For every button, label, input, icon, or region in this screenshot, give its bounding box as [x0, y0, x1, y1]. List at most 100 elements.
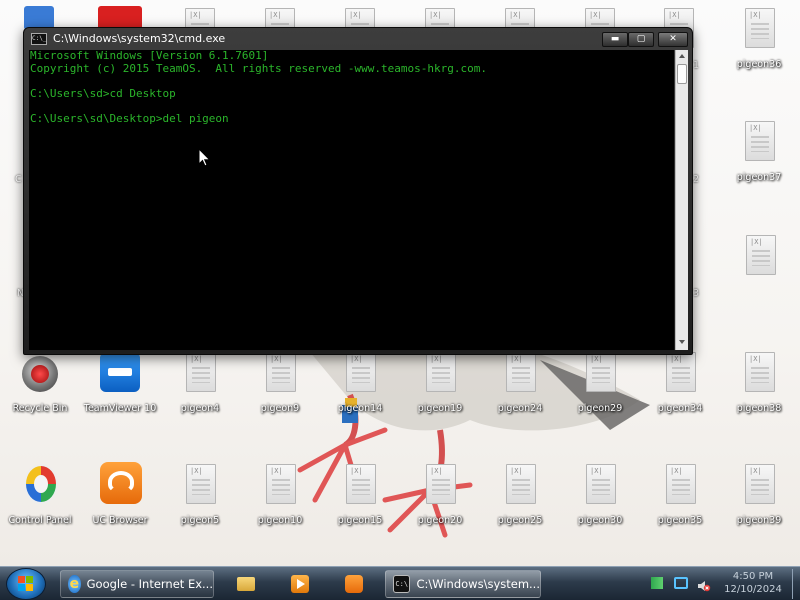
- close-button[interactable]: ✕: [658, 32, 688, 47]
- text-file-icon: [586, 352, 616, 392]
- uc-browser-icon: [345, 575, 363, 593]
- minimize-button[interactable]: ▬: [602, 32, 628, 47]
- desktop-icon-txt[interactable]: pigeon36: [723, 6, 795, 92]
- desktop-icon-label: pigeon38: [736, 403, 782, 414]
- recycle-bin-icon: [18, 350, 62, 400]
- desktop-icon-txt[interactable]: pigeon30: [564, 462, 636, 548]
- desktop-icon-txt[interactable]: pigeon14: [324, 350, 396, 436]
- text-file-icon: [186, 464, 216, 504]
- text-file-icon: [745, 352, 775, 392]
- taskbar: e Google - Internet Ex... C:\ C:\Windows…: [0, 566, 800, 600]
- console-scrollbar[interactable]: [675, 50, 688, 350]
- desktop-icon-txt[interactable]: pigeon9: [244, 350, 316, 436]
- ie-icon: e: [68, 575, 81, 593]
- partial-txt-icon[interactable]: [746, 235, 776, 275]
- desktop-icon-label: pigeon36: [736, 59, 782, 70]
- show-desktop-button[interactable]: [792, 569, 799, 599]
- text-file-icon: [745, 8, 775, 48]
- desktop-icon-txt[interactable]: pigeon37: [723, 119, 795, 205]
- scroll-down-arrow-icon[interactable]: [679, 340, 685, 344]
- partial-icon-label: C: [15, 174, 22, 185]
- taskbar-item-label: Google - Internet Ex...: [86, 577, 213, 591]
- desktop-icon-label: pigeon30: [577, 515, 623, 526]
- text-file-icon: [186, 352, 216, 392]
- network-icon[interactable]: [674, 577, 688, 589]
- desktop-icon-label: pigeon10: [257, 515, 303, 526]
- text-file-icon: [586, 464, 616, 504]
- desktop-icon-txt[interactable]: pigeon38: [723, 350, 795, 436]
- taskbar-item-internet-explorer[interactable]: e Google - Internet Ex...: [60, 570, 214, 598]
- cmd-icon: C:\: [393, 575, 411, 593]
- desktop-icon-txt[interactable]: pigeon25: [484, 462, 556, 548]
- cmd-app-icon[interactable]: C:\_: [31, 32, 47, 45]
- mouse-cursor-icon: [198, 148, 211, 167]
- taskbar-item-cmd[interactable]: C:\ C:\Windows\system...: [385, 570, 541, 598]
- desktop-icon-label: pigeon19: [417, 403, 463, 414]
- maximize-button[interactable]: ▢: [628, 32, 654, 47]
- console-output[interactable]: Microsoft Windows [Version 6.1.7601] Cop…: [29, 50, 674, 350]
- text-file-icon: [266, 464, 296, 504]
- console-line: Microsoft Windows [Version 6.1.7601]: [30, 50, 269, 62]
- cmd-window[interactable]: C:\_ C:\Windows\system32\cmd.exe ▬ ▢ ✕ M…: [23, 27, 693, 355]
- desktop-icon-recycle-bin[interactable]: Recycle Bin: [4, 350, 76, 436]
- console-line: Copyright (c) 2015 TeamOS. All rights re…: [30, 61, 487, 75]
- desktop-icon-label: pigeon14: [337, 403, 383, 414]
- desktop-icon-control-panel[interactable]: Control Panel: [4, 462, 76, 548]
- desktop-icon-label: pigeon34: [657, 403, 703, 414]
- console-line: C:\Users\sd>cd Desktop: [30, 86, 176, 100]
- flag-icon[interactable]: [651, 577, 663, 589]
- clock-date: 12/10/2024: [724, 584, 782, 595]
- windows-logo-icon: [18, 576, 33, 591]
- start-button[interactable]: [6, 568, 46, 600]
- text-file-icon: [346, 464, 376, 504]
- text-file-icon: [666, 352, 696, 392]
- console-prompt-line[interactable]: C:\Users\sd\Desktop>del pigeon: [29, 112, 674, 126]
- desktop-icon-txt[interactable]: pigeon15: [324, 462, 396, 548]
- desktop-icon-txt[interactable]: pigeon34: [644, 350, 716, 436]
- desktop-icon-label: pigeon5: [180, 515, 220, 526]
- desktop-icon-label: pigeon29: [577, 403, 623, 414]
- desktop-icon-label: Recycle Bin: [12, 403, 68, 414]
- desktop-icon-txt[interactable]: pigeon5: [164, 462, 236, 548]
- volume-muted-icon[interactable]: [697, 577, 711, 592]
- desktop-icon-label: pigeon15: [337, 515, 383, 526]
- desktop-icon-txt[interactable]: pigeon24: [484, 350, 556, 436]
- desktop-icon-label: pigeon35: [657, 515, 703, 526]
- uc-browser-icon: [98, 462, 142, 512]
- desktop-icon-label: pigeon4: [180, 403, 220, 414]
- desktop-icon-label: pigeon9: [260, 403, 300, 414]
- desktop-icon-txt[interactable]: pigeon19: [404, 350, 476, 436]
- scroll-up-arrow-icon[interactable]: [679, 54, 685, 58]
- text-file-icon: [745, 121, 775, 161]
- desktop-icon-txt[interactable]: pigeon39: [723, 462, 795, 548]
- desktop-icon-txt[interactable]: pigeon29: [564, 350, 636, 436]
- desktop-icon-txt[interactable]: pigeon10: [244, 462, 316, 548]
- partial-icon-label: 3: [693, 288, 700, 299]
- taskbar-pinned-uc-browser[interactable]: [332, 570, 376, 598]
- text-file-icon: [346, 352, 376, 392]
- desktop-icon-txt[interactable]: pigeon35: [644, 462, 716, 548]
- text-file-icon: [666, 464, 696, 504]
- desktop-icon-uc-browser[interactable]: UC Browser: [84, 462, 156, 548]
- desktop-icon-txt[interactable]: pigeon20: [404, 462, 476, 548]
- desktop-icon-label: pigeon25: [497, 515, 543, 526]
- taskbar-pinned-explorer[interactable]: [224, 570, 268, 598]
- text-file-icon: [506, 464, 536, 504]
- taskbar-pinned-media-player[interactable]: [278, 570, 322, 598]
- clock-time: 4:50 PM: [732, 571, 774, 582]
- system-clock[interactable]: 4:50 PM 12/10/2024: [716, 570, 790, 596]
- scroll-thumb[interactable]: [677, 64, 687, 84]
- media-player-icon: [291, 575, 309, 593]
- text-file-icon: [266, 352, 296, 392]
- desktop-icon-label: pigeon24: [497, 403, 543, 414]
- partial-icon-label: 1: [693, 60, 700, 71]
- partial-icon-label: 2: [693, 174, 700, 185]
- text-file-icon: [426, 464, 456, 504]
- desktop-icon-txt[interactable]: pigeon4: [164, 350, 236, 436]
- teamviewer-icon: [98, 350, 142, 400]
- desktop-icon-teamviewer[interactable]: TeamViewer 10: [84, 350, 156, 436]
- cmd-titlebar[interactable]: C:\_ C:\Windows\system32\cmd.exe: [24, 28, 692, 49]
- text-file-icon: [426, 352, 456, 392]
